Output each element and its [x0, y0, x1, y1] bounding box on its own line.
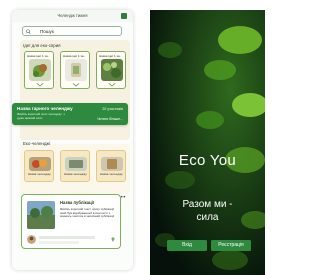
eco-challenges-section: Еко-челенджі Назва челенджу Назва челенд… — [20, 141, 130, 194]
app-brand-title: Eco You — [178, 152, 237, 169]
plant-background-image — [150, 10, 265, 275]
welcome-screen: Eco You Разом ми - сила Вхід Реєстрація — [150, 10, 265, 275]
challenge-card-label: Назва челенджу — [64, 172, 87, 176]
chevron-down-icon — [72, 83, 80, 87]
banner-title: Назва гарного челенджу — [17, 106, 73, 111]
search-placeholder: Пошук — [40, 29, 54, 35]
tagline-line-1: Разом ми - — [182, 199, 233, 210]
read-more-link[interactable]: Читати більше... — [97, 117, 123, 121]
ideas-section: Ідеї для еко-сприя Назва ідеї 1 за... На… — [20, 40, 130, 140]
tagline: Разом ми - сила — [150, 198, 265, 224]
publication-meta — [39, 241, 79, 244]
section-title-ideas: Ідеї для еко-сприя — [23, 43, 61, 48]
author-name — [39, 236, 95, 239]
challenge-image — [65, 157, 87, 171]
idea-card[interactable]: Назва ідеї 1 за... — [24, 51, 54, 89]
chevron-down-icon — [36, 83, 44, 87]
challenge-card-label: Назва челенджу — [100, 172, 123, 176]
challenge-card[interactable]: Назва челенджу — [24, 150, 54, 182]
chevron-down-icon — [108, 83, 116, 87]
publication-image — [27, 201, 55, 229]
avatar[interactable] — [27, 235, 36, 244]
featured-challenge-banner[interactable]: Назва гарного челенджу 20 учасників Який… — [12, 103, 128, 125]
section-title-challenges: Еко-челенджі — [23, 141, 51, 146]
page-title: Челендж тижня — [57, 13, 88, 18]
login-button[interactable]: Вхід — [167, 240, 207, 251]
publication-title: Назва публікації — [60, 200, 95, 205]
idea-card-label: Назва ідеї 1 за... — [27, 54, 51, 58]
publication-text: Якийсь короткий текст опису публікації я… — [60, 207, 115, 219]
location-icon — [111, 237, 115, 242]
idea-card[interactable]: Назва ідеї 1 за... — [96, 51, 126, 89]
publication-card[interactable]: Назва публікації Якийсь короткий текст о… — [21, 194, 121, 249]
challenge-card[interactable]: Назва челенджу — [96, 150, 126, 182]
challenge-image — [29, 157, 51, 171]
register-button[interactable]: Реєстрація — [211, 240, 251, 251]
idea-image — [65, 59, 87, 81]
search-icon — [26, 28, 31, 34]
challenge-image — [101, 157, 123, 171]
challenge-card[interactable]: Назва челенджу — [60, 150, 90, 182]
idea-image — [101, 59, 123, 81]
banner-participants: 20 учасників — [102, 106, 123, 111]
idea-card-label: Назва ідеї 1 за... — [99, 54, 123, 58]
tagline-line-2: сила — [196, 212, 219, 223]
search-input[interactable]: Пошук — [22, 26, 122, 36]
idea-image — [29, 59, 51, 81]
top-bar: Челендж тижня — [12, 10, 133, 22]
idea-card-label: Назва ідеї 1 за... — [63, 54, 87, 58]
idea-card[interactable]: Назва ідеї 1 за... — [60, 51, 90, 89]
challenge-card-label: Назва челенджу — [28, 172, 51, 176]
menu-icon[interactable] — [121, 13, 127, 19]
bottom-navigation — [12, 268, 133, 270]
banner-description: Якийсь короткий опис челенджу: з дуже ці… — [17, 112, 65, 120]
